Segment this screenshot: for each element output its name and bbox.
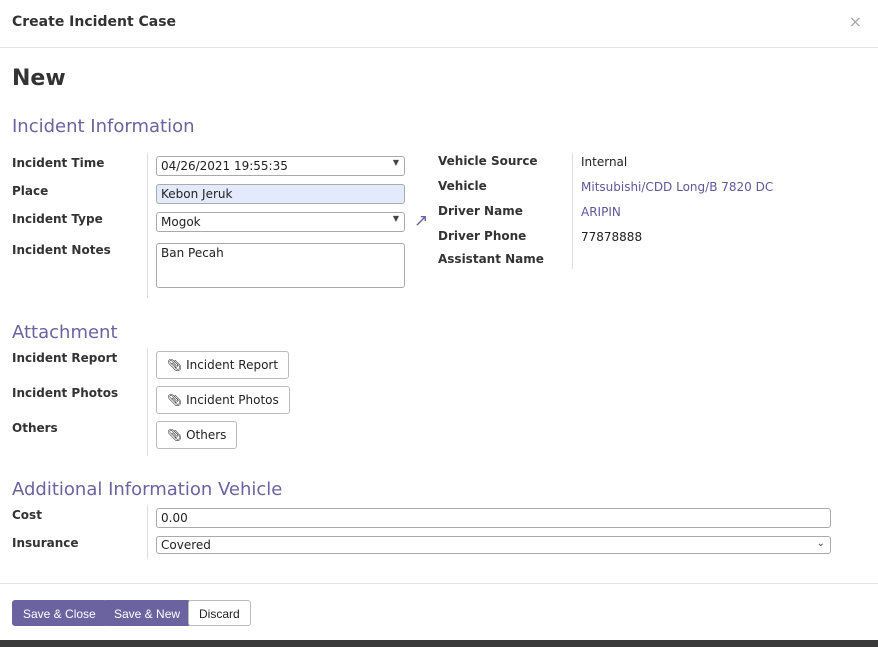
discard-button[interactable]: Discard [188, 600, 251, 626]
incident-report-label: Incident Report [12, 351, 118, 365]
section-additional-information: Additional Information Vehicle [12, 479, 283, 500]
chevron-down-icon: ⌄ [816, 538, 825, 549]
button-label: Incident Photos [186, 393, 279, 407]
dialog-title: Create Incident Case [12, 14, 177, 30]
caret-down-icon: ▼ [392, 158, 399, 167]
place-label: Place [12, 184, 49, 198]
save-close-button[interactable]: Save & Close [12, 600, 107, 626]
incident-time-label: Incident Time [12, 156, 105, 170]
incident-time-input[interactable]: 04/26/2021 19:55:35 ▼ [156, 156, 405, 176]
divider [572, 153, 573, 269]
incident-photos-upload-button[interactable]: 📎︎ Incident Photos [156, 386, 290, 414]
insurance-value: Covered [161, 538, 211, 552]
insurance-select[interactable]: Covered ⌄ [156, 536, 831, 554]
button-label: Incident Report [186, 358, 279, 372]
close-icon[interactable]: × [849, 12, 862, 31]
vehicle-link[interactable]: Mitsubishi/CDD Long/B 7820 DC [581, 180, 773, 194]
dialog-footer: Save & Close Save & New Discard [0, 583, 878, 641]
backdrop-edge [0, 640, 878, 647]
divider [147, 348, 148, 456]
incident-photos-label: Incident Photos [12, 386, 119, 400]
others-upload-button[interactable]: 📎︎ Others [156, 421, 238, 449]
save-new-button[interactable]: Save & New [103, 600, 192, 626]
assistant-name-label: Assistant Name [438, 252, 544, 266]
others-label: Others [12, 421, 58, 435]
record-title: New [12, 66, 66, 91]
place-value: Kebon Jeruk [161, 187, 233, 201]
incident-notes-label: Incident Notes [12, 243, 111, 257]
driver-phone-label: Driver Phone [438, 229, 527, 243]
paperclip-icon: 📎︎ [167, 428, 183, 442]
incident-type-select[interactable]: Mogok ▼ [156, 212, 405, 232]
vehicle-source-label: Vehicle Source [438, 154, 538, 168]
place-input[interactable]: Kebon Jeruk [156, 184, 405, 204]
caret-down-icon: ▼ [392, 214, 399, 223]
incident-report-upload-button[interactable]: 📎︎ Incident Report [156, 351, 290, 379]
section-incident-information: Incident Information [12, 116, 195, 137]
cost-input[interactable]: 0.00 [156, 508, 831, 528]
incident-notes-value: Ban Pecah [161, 246, 224, 260]
dialog-header: Create Incident Case × [0, 0, 878, 48]
cost-label: Cost [12, 508, 42, 522]
driver-name-link[interactable]: ARIPIN [581, 205, 621, 219]
incident-type-value: Mogok [161, 215, 201, 229]
insurance-label: Insurance [12, 536, 79, 550]
paperclip-icon: 📎︎ [167, 358, 183, 372]
driver-phone-value: 77878888 [581, 230, 643, 244]
divider [147, 505, 148, 559]
cost-value: 0.00 [161, 511, 188, 525]
section-attachment: Attachment [12, 322, 118, 343]
incident-notes-textarea[interactable]: Ban Pecah [156, 243, 405, 288]
external-link-icon[interactable]: ↗ [414, 211, 428, 231]
driver-name-label: Driver Name [438, 204, 523, 218]
button-label: Others [186, 428, 227, 442]
paperclip-icon: 📎︎ [167, 393, 183, 407]
vehicle-label: Vehicle [438, 179, 487, 193]
vehicle-source-value: Internal [581, 155, 628, 169]
incident-time-value: 04/26/2021 19:55:35 [161, 159, 288, 173]
incident-type-label: Incident Type [12, 212, 103, 226]
divider [147, 153, 148, 298]
